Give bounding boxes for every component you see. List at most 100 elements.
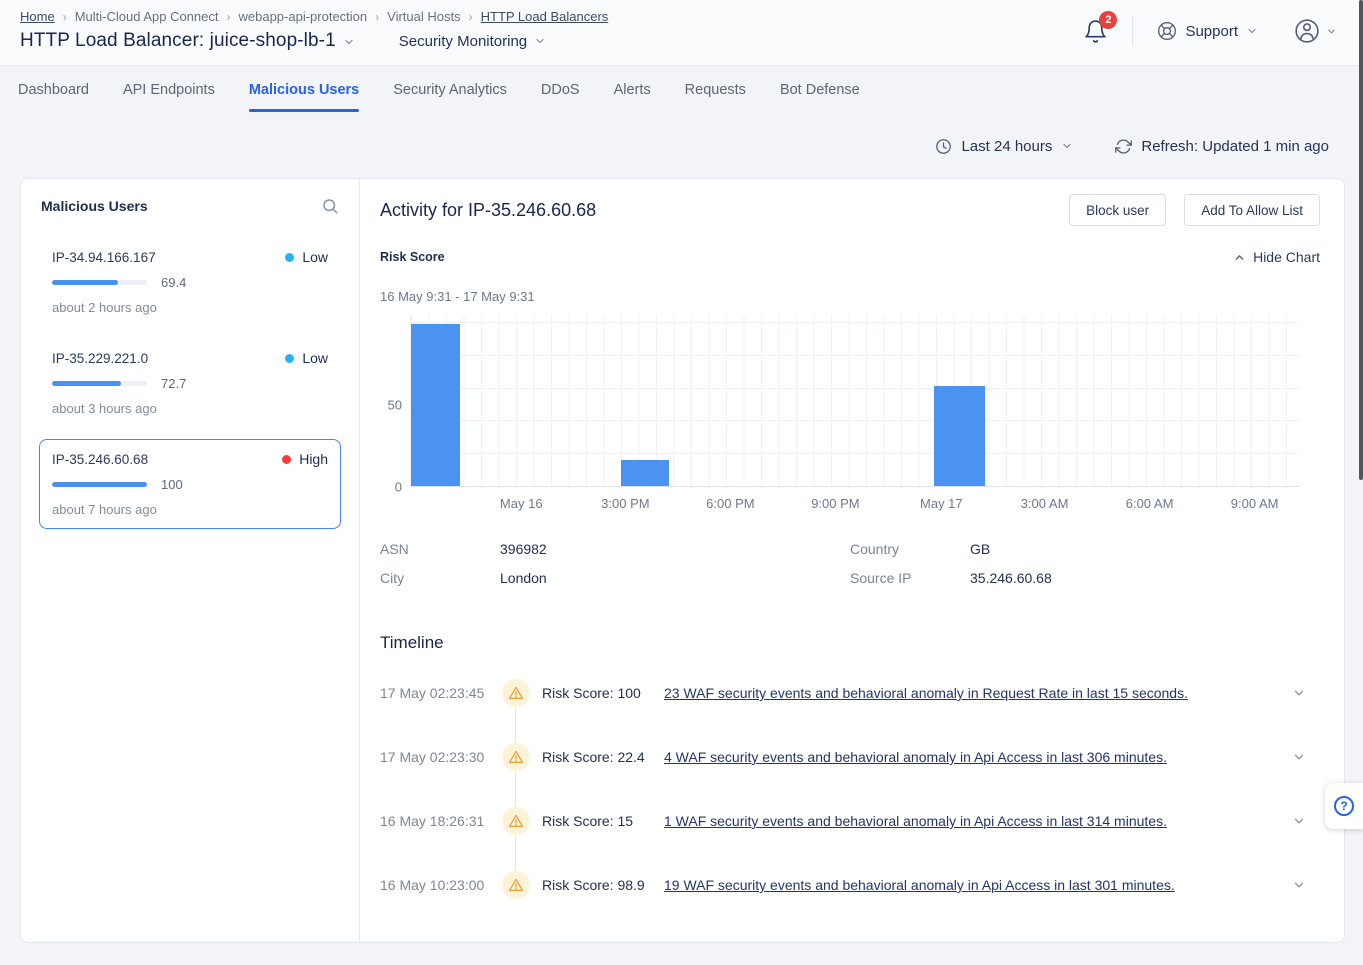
lifebuoy-icon [1157, 21, 1177, 41]
help-button[interactable]: ? [1325, 783, 1363, 829]
expand-event-chevron-icon[interactable] [1292, 814, 1306, 828]
threat-label: Low [302, 249, 328, 265]
chart-time-range: 16 May 9:31 - 17 May 9:31 [380, 289, 1320, 304]
question-mark-icon: ? [1334, 796, 1354, 816]
breadcrumb-separator: › [375, 10, 379, 24]
sidebar-title: Malicious Users [41, 198, 148, 214]
event-risk-score: Risk Score: 15 [542, 813, 660, 829]
user-ip: IP-35.229.221.0 [52, 351, 148, 366]
tab-alerts[interactable]: Alerts [614, 66, 651, 114]
detail-label: City [380, 570, 500, 586]
chart-x-tick-label: 9:00 AM [1231, 496, 1279, 511]
chart-y-tick-label: 50 [388, 398, 402, 413]
breadcrumb-item[interactable]: HTTP Load Balancers [481, 9, 609, 24]
activity-title: Activity for IP-35.246.60.68 [380, 200, 596, 221]
tab-bot-defense[interactable]: Bot Defense [780, 66, 860, 114]
chart-gridline [411, 420, 1300, 421]
chart-bar[interactable] [934, 386, 985, 486]
detail-value: 396982 [500, 541, 547, 557]
threat-level: Low [285, 249, 328, 265]
page-scrollbar[interactable] [1359, 0, 1363, 480]
risk-score-bar [52, 482, 147, 487]
breadcrumb-item[interactable]: Multi-Cloud App Connect [75, 9, 219, 24]
breadcrumb-item[interactable]: webapp-api-protection [239, 9, 368, 24]
main-card: Malicious Users IP-34.94.166.167Low69.4a… [20, 178, 1345, 943]
clock-icon [935, 138, 952, 155]
warning-icon [502, 871, 530, 899]
risk-score-bar [52, 280, 147, 285]
time-toolbar: Last 24 hours Refresh: Updated 1 min ago [0, 114, 1363, 178]
detail-value: GB [970, 541, 990, 557]
breadcrumb-separator: › [469, 10, 473, 24]
warning-icon [502, 679, 530, 707]
risk-score-chart: 050 May 163:00 PM6:00 PM9:00 PMMay 173:0… [380, 315, 1320, 513]
search-icon[interactable] [321, 197, 339, 215]
tab-dashboard[interactable]: Dashboard [18, 66, 89, 114]
expand-event-chevron-icon[interactable] [1292, 750, 1306, 764]
user-ip: IP-34.94.166.167 [52, 250, 156, 265]
tab-api-endpoints[interactable]: API Endpoints [123, 66, 215, 114]
chart-bar[interactable] [411, 324, 460, 486]
account-menu[interactable] [1294, 18, 1337, 44]
block-user-button[interactable]: Block user [1069, 194, 1166, 226]
time-range-selector[interactable]: Last 24 hours [935, 138, 1073, 155]
detail-row: CityLondon [380, 570, 850, 586]
timeline-event-link[interactable]: 19 WAF security events and behavioral an… [664, 877, 1175, 893]
chart-x-tick-label: 3:00 AM [1021, 496, 1069, 511]
section-tabs: Dashboard API Endpoints Malicious Users Sec… [0, 66, 1363, 114]
chart-gridline [411, 355, 1300, 356]
event-risk-score: Risk Score: 98.9 [542, 877, 660, 893]
chart-x-tick-label: May 16 [500, 496, 543, 511]
hide-chart-toggle[interactable]: Hide Chart [1233, 249, 1320, 265]
tab-security-analytics[interactable]: Security Analytics [393, 66, 507, 114]
last-seen: about 2 hours ago [52, 300, 328, 315]
last-seen: about 7 hours ago [52, 502, 328, 517]
top-header: Home › Multi-Cloud App Connect › webapp-api-… [0, 0, 1363, 66]
breadcrumb-item[interactable]: Virtual Hosts [387, 9, 460, 24]
topbar-actions: 2 Support [1083, 16, 1337, 46]
chart-x-tick-label: May 17 [920, 496, 963, 511]
detail-label: Country [850, 541, 970, 557]
chart-y-tick-label: 0 [395, 480, 402, 495]
chart-plot-area [410, 315, 1300, 487]
risk-score-label: Risk Score [380, 250, 445, 264]
support-menu[interactable]: Support [1157, 21, 1258, 41]
risk-score-value: 100 [161, 477, 183, 492]
risk-score-bar [52, 381, 147, 386]
timeline-event: 17 May 02:23:45Risk Score: 10023 WAF sec… [380, 679, 1320, 707]
monitoring-dropdown-label: Security Monitoring [399, 33, 527, 50]
event-timestamp: 17 May 02:23:45 [380, 685, 488, 701]
breadcrumb-item[interactable]: Home [20, 9, 55, 24]
malicious-user-item[interactable]: IP-35.246.60.68High100about 7 hours ago [39, 439, 341, 529]
timeline-event-link[interactable]: 1 WAF security events and behavioral ano… [664, 813, 1167, 829]
timeline-event-link[interactable]: 23 WAF security events and behavioral an… [664, 685, 1188, 701]
tab-requests[interactable]: Requests [685, 66, 746, 114]
notifications-button[interactable]: 2 [1083, 19, 1108, 44]
event-timestamp: 16 May 10:23:00 [380, 877, 488, 893]
monitoring-dropdown[interactable]: Security Monitoring [399, 33, 546, 50]
timeline-event: 16 May 10:23:00 Risk Score: 98.919 WAF se… [380, 871, 1320, 899]
chart-gridline [411, 388, 1300, 389]
tab-ddos[interactable]: DDoS [541, 66, 580, 114]
timeline-list: 17 May 02:23:45Risk Score: 10023 WAF sec… [380, 679, 1320, 899]
timeline-event: 17 May 02:23:30Risk Score: 22.44 WAF sec… [380, 743, 1320, 771]
detail-label: ASN [380, 541, 500, 557]
title-chevron-down-icon[interactable] [343, 36, 355, 48]
add-to-allow-list-button[interactable]: Add To Allow List [1184, 194, 1320, 226]
timeline-event-link[interactable]: 4 WAF security events and behavioral ano… [664, 749, 1167, 765]
expand-event-chevron-icon[interactable] [1292, 686, 1306, 700]
user-ip: IP-35.246.60.68 [52, 452, 148, 467]
breadcrumb-separator: › [63, 10, 67, 24]
breadcrumb-separator: › [227, 10, 231, 24]
threat-dot-icon [285, 354, 294, 363]
malicious-users-sidebar: Malicious Users IP-34.94.166.167Low69.4a… [21, 179, 360, 942]
malicious-users-list: IP-34.94.166.167Low69.4about 2 hours ago… [39, 237, 341, 529]
support-label: Support [1185, 23, 1238, 40]
expand-event-chevron-icon[interactable] [1292, 878, 1306, 892]
malicious-user-item[interactable]: IP-34.94.166.167Low69.4about 2 hours ago [39, 237, 341, 327]
tab-malicious-users[interactable]: Malicious Users [249, 66, 359, 114]
refresh-label: Refresh: Updated 1 min ago [1141, 138, 1329, 155]
malicious-user-item[interactable]: IP-35.229.221.0Low72.7about 3 hours ago [39, 338, 341, 428]
chart-bar[interactable] [621, 460, 669, 486]
refresh-button[interactable]: Refresh: Updated 1 min ago [1115, 138, 1329, 155]
